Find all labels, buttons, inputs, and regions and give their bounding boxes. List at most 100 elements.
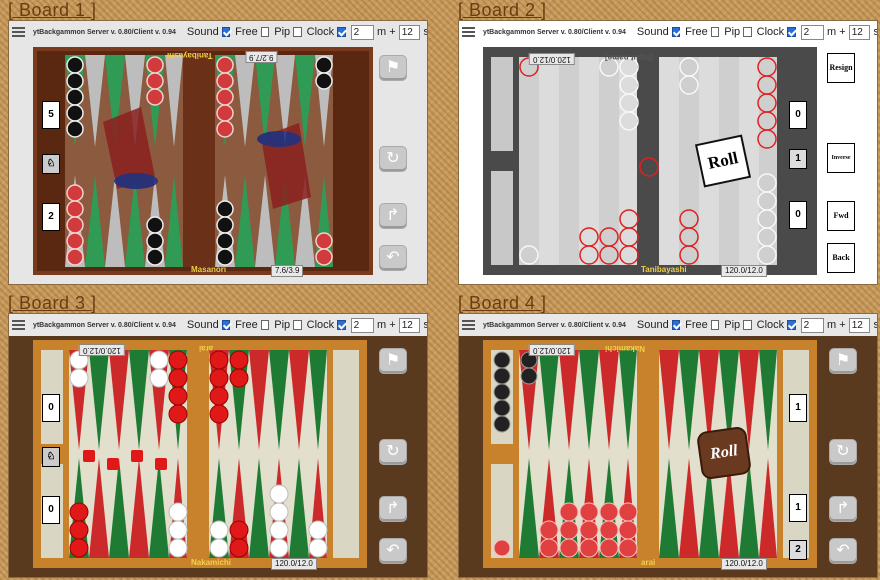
undo-icon[interactable]: ↶ xyxy=(829,538,857,564)
clock-seconds-input[interactable]: 12 xyxy=(848,24,871,40)
hamburger-menu-icon[interactable] xyxy=(11,318,26,332)
bottom-player-score: 7.6/3.9 xyxy=(271,265,304,277)
server-version: ytBackgammon Server v. 0.80/Client v. 0.… xyxy=(32,321,176,329)
board-1-cell: [ Board 1 ] ytBackgammon Server v. 0.80/… xyxy=(8,0,428,290)
flag-icon[interactable]: ⚑ xyxy=(829,348,857,374)
forward-button[interactable]: Fwd xyxy=(827,201,855,231)
toolbar: ytBackgammon Server v. 0.80/Client v. 0.… xyxy=(9,314,427,336)
board-2-panel: ytBackgammon Server v. 0.80/Client v. 0.… xyxy=(458,20,878,285)
inverse-button[interactable]: Inverse xyxy=(827,143,855,173)
forward-icon[interactable]: ↱ xyxy=(379,203,407,229)
flag-icon[interactable]: ⚑ xyxy=(379,55,407,81)
clock-minutes-input[interactable]: 2 xyxy=(350,317,375,333)
clock-minutes-input[interactable]: 2 xyxy=(800,317,825,333)
board-4-cell: [ Board 4 ] ytBackgammon Server v. 0.80/… xyxy=(458,293,878,580)
seconds-label: s xyxy=(873,26,877,38)
clock-seconds-input[interactable]: 12 xyxy=(848,317,871,333)
seconds-label: s xyxy=(423,26,427,38)
free-label: Free xyxy=(235,26,258,38)
pip-checkbox[interactable] xyxy=(293,27,302,37)
board-title[interactable]: [ Board 1 ] xyxy=(8,0,97,21)
flag-icon[interactable]: ⚑ xyxy=(379,348,407,374)
toolbar: ytBackgammon Server v. 0.80/Client v. 0.… xyxy=(459,21,877,43)
pip-checkbox[interactable] xyxy=(743,27,752,37)
resign-flag-icon[interactable]: ♘ xyxy=(42,154,60,174)
top-player-name: [Input name] xyxy=(605,53,653,62)
cube-top[interactable]: 1 xyxy=(789,394,807,422)
clock-checkbox[interactable] xyxy=(787,27,796,37)
sound-checkbox[interactable] xyxy=(221,320,231,330)
refresh-icon[interactable]: ↻ xyxy=(829,439,857,465)
top-player-score: 120.0/12.0 xyxy=(529,344,575,356)
cube-bottom[interactable]: 0 xyxy=(42,496,60,524)
server-version: ytBackgammon Server v. 0.80/Client v. 0.… xyxy=(32,28,176,36)
seconds-label: s xyxy=(423,319,427,331)
top-player-score: 120.0/12.0 xyxy=(79,344,125,356)
cube-bottom[interactable]: 0 xyxy=(789,201,807,229)
cube-top[interactable]: 0 xyxy=(789,101,807,129)
roll-button[interactable]: Roll xyxy=(695,425,753,481)
board-title[interactable]: [ Board 2 ] xyxy=(458,0,547,21)
undo-icon[interactable]: ↶ xyxy=(379,245,407,271)
cube-bottom[interactable]: 2 xyxy=(42,203,60,231)
sound-checkbox[interactable] xyxy=(221,27,231,37)
pip-label: Pip xyxy=(724,26,741,38)
cube-middle[interactable]: 1 xyxy=(789,149,807,169)
cube-middle[interactable]: 2 xyxy=(789,540,807,560)
board-1-panel: ytBackgammon Server v. 0.80/Client v. 0.… xyxy=(8,20,428,285)
back-button[interactable]: Back xyxy=(827,243,855,273)
clock-label: Clock xyxy=(756,319,785,331)
backgammon-board[interactable] xyxy=(33,340,367,568)
top-player-name: arai xyxy=(199,344,214,353)
backgammon-board[interactable] xyxy=(483,340,817,568)
board-3-panel: ytBackgammon Server v. 0.80/Client v. 0.… xyxy=(8,313,428,578)
clock-seconds-input[interactable]: 12 xyxy=(398,317,421,333)
sound-label: Sound xyxy=(186,319,219,331)
board-3-cell: [ Board 3 ] ytBackgammon Server v. 0.80/… xyxy=(8,293,428,580)
top-player-name: Nakamichi xyxy=(605,344,646,353)
clock-checkbox[interactable] xyxy=(787,320,796,330)
free-checkbox[interactable] xyxy=(710,27,720,37)
server-version: ytBackgammon Server v. 0.80/Client v. 0.… xyxy=(482,28,626,36)
resign-button[interactable]: Resign xyxy=(827,53,855,83)
horse-icon[interactable]: ♘ xyxy=(42,447,60,467)
hamburger-menu-icon[interactable] xyxy=(11,25,26,39)
pip-label: Pip xyxy=(274,319,291,331)
clock-checkbox[interactable] xyxy=(337,27,346,37)
backgammon-board[interactable] xyxy=(33,47,373,275)
refresh-icon[interactable]: ↻ xyxy=(379,439,407,465)
undo-icon[interactable]: ↶ xyxy=(379,538,407,564)
backgammon-board[interactable] xyxy=(483,47,817,275)
refresh-icon[interactable]: ↻ xyxy=(379,146,407,172)
hamburger-menu-icon[interactable] xyxy=(461,25,476,39)
sound-checkbox[interactable] xyxy=(671,320,681,330)
clock-minutes-input[interactable]: 2 xyxy=(800,24,825,40)
forward-icon[interactable]: ↱ xyxy=(829,496,857,522)
top-player-score: 9.2/7.9 xyxy=(245,51,278,63)
cube-top[interactable]: 5 xyxy=(42,101,60,129)
board-title[interactable]: [ Board 3 ] xyxy=(8,293,97,314)
cube-bottom[interactable]: 1 xyxy=(789,494,807,522)
seconds-label: s xyxy=(873,319,877,331)
pip-checkbox[interactable] xyxy=(293,320,302,330)
free-checkbox[interactable] xyxy=(260,27,270,37)
free-label: Free xyxy=(685,26,708,38)
clock-seconds-input[interactable]: 12 xyxy=(398,24,421,40)
hamburger-menu-icon[interactable] xyxy=(461,318,476,332)
clock-minutes-input[interactable]: 2 xyxy=(350,24,375,40)
forward-icon[interactable]: ↱ xyxy=(379,496,407,522)
bottom-player-score: 120.0/12.0 xyxy=(271,558,317,570)
sound-label: Sound xyxy=(636,26,669,38)
pip-checkbox[interactable] xyxy=(743,320,752,330)
free-checkbox[interactable] xyxy=(260,320,270,330)
clock-checkbox[interactable] xyxy=(337,320,346,330)
cube-top[interactable]: 0 xyxy=(42,394,60,422)
clock-label: Clock xyxy=(756,26,785,38)
free-checkbox[interactable] xyxy=(710,320,720,330)
sound-checkbox[interactable] xyxy=(671,27,681,37)
free-label: Free xyxy=(235,319,258,331)
top-player-name: Tanibayashi xyxy=(167,51,213,60)
pip-label: Pip xyxy=(274,26,291,38)
bottom-player-name: Tanibayashi xyxy=(641,265,687,274)
board-title[interactable]: [ Board 4 ] xyxy=(458,293,547,314)
